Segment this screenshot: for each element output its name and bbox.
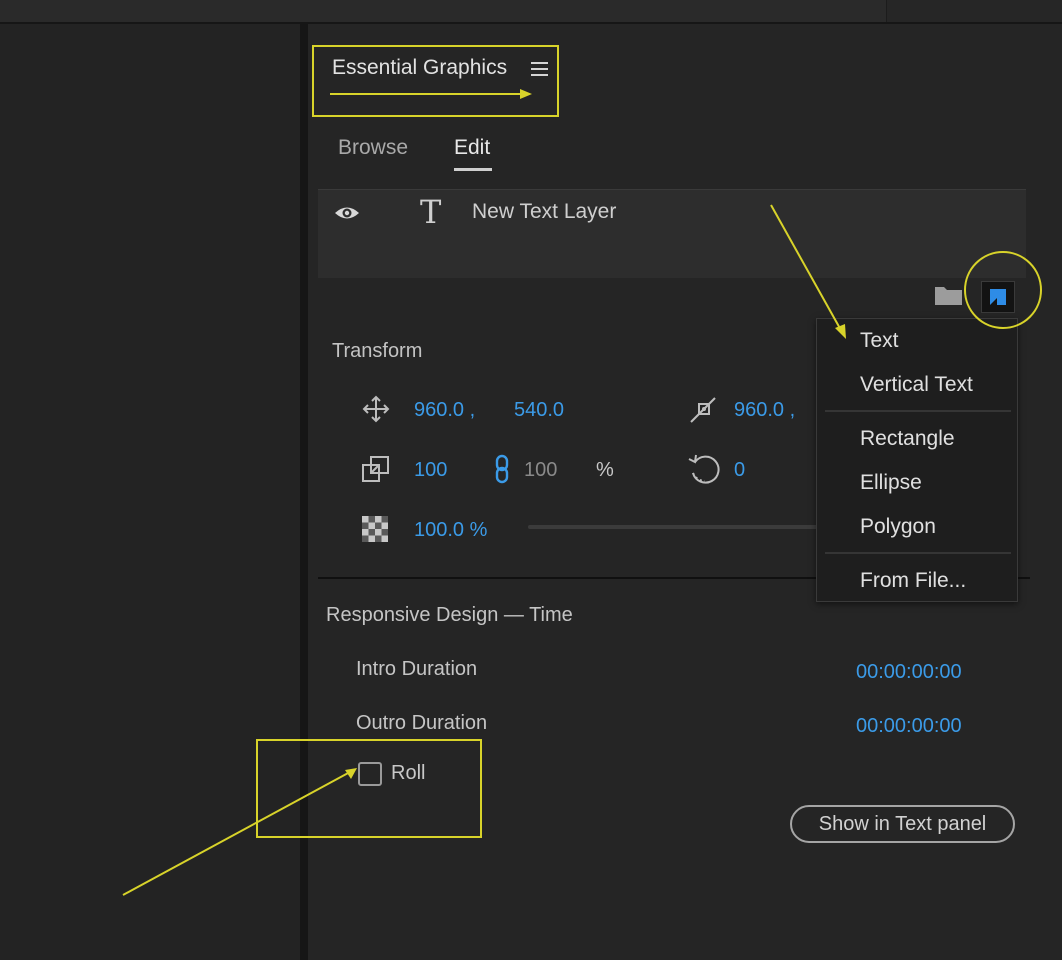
anchor-point-icon: [689, 394, 719, 429]
intro-duration-label: Intro Duration: [356, 658, 478, 680]
panel-title: Essential Graphics: [332, 56, 508, 79]
opacity-slider[interactable]: [528, 525, 818, 529]
scale-unit: %: [596, 459, 614, 481]
intro-duration-value[interactable]: 00:00:00:00: [856, 661, 962, 684]
text-layer-icon: T: [420, 193, 442, 231]
new-layer-button[interactable]: [981, 281, 1015, 313]
menu-item-rectangle[interactable]: Rectangle: [860, 427, 955, 451]
transform-section-label: Transform: [332, 340, 423, 362]
outro-duration-value[interactable]: 00:00:00:00: [856, 715, 962, 738]
scale-icon: [361, 454, 391, 489]
menu-item-polygon[interactable]: Polygon: [860, 515, 936, 539]
show-in-text-panel-button[interactable]: Show in Text panel: [790, 805, 1015, 843]
layer-name[interactable]: New Text Layer: [472, 200, 616, 224]
roll-label[interactable]: Roll: [391, 762, 425, 785]
tab-edit[interactable]: Edit: [454, 136, 490, 160]
position-y-value[interactable]: 540.0: [514, 399, 564, 422]
scale-linked-value: 100: [524, 459, 558, 481]
panel-divider[interactable]: [300, 24, 308, 960]
hamburger-icon[interactable]: [531, 62, 548, 76]
folder-icon[interactable]: [934, 284, 964, 306]
window-top-bar: [0, 0, 1062, 24]
anchor-x-value[interactable]: 960.0 ,: [734, 399, 795, 422]
opacity-icon: [362, 516, 388, 547]
eye-icon[interactable]: [333, 203, 361, 223]
link-icon[interactable]: [493, 454, 511, 489]
menu-separator: [825, 410, 1011, 412]
position-icon: [362, 395, 390, 428]
menu-item-vertical-text[interactable]: Vertical Text: [860, 373, 973, 397]
menu-item-ellipse[interactable]: Ellipse: [860, 471, 922, 495]
menu-item-text[interactable]: Text: [860, 329, 899, 353]
roll-checkbox[interactable]: [358, 762, 382, 786]
new-layer-icon: [990, 289, 1006, 305]
new-layer-menu: Text Vertical Text Rectangle Ellipse Pol…: [816, 318, 1018, 602]
outro-duration-label: Outro Duration: [356, 712, 488, 734]
tab-active-underline: [454, 168, 492, 171]
responsive-design-label: Responsive Design — Time: [326, 604, 573, 626]
left-panel: [0, 24, 300, 960]
menu-separator: [825, 552, 1011, 554]
top-bar-segment: [886, 0, 1062, 22]
menu-item-from-file[interactable]: From File...: [860, 569, 966, 593]
rotation-value[interactable]: 0: [734, 459, 745, 482]
rotation-icon: [687, 451, 721, 490]
tab-browse[interactable]: Browse: [338, 136, 408, 160]
position-x-value[interactable]: 960.0 ,: [414, 399, 475, 422]
scale-value[interactable]: 100: [414, 459, 447, 482]
opacity-value[interactable]: 100.0 %: [414, 519, 487, 542]
